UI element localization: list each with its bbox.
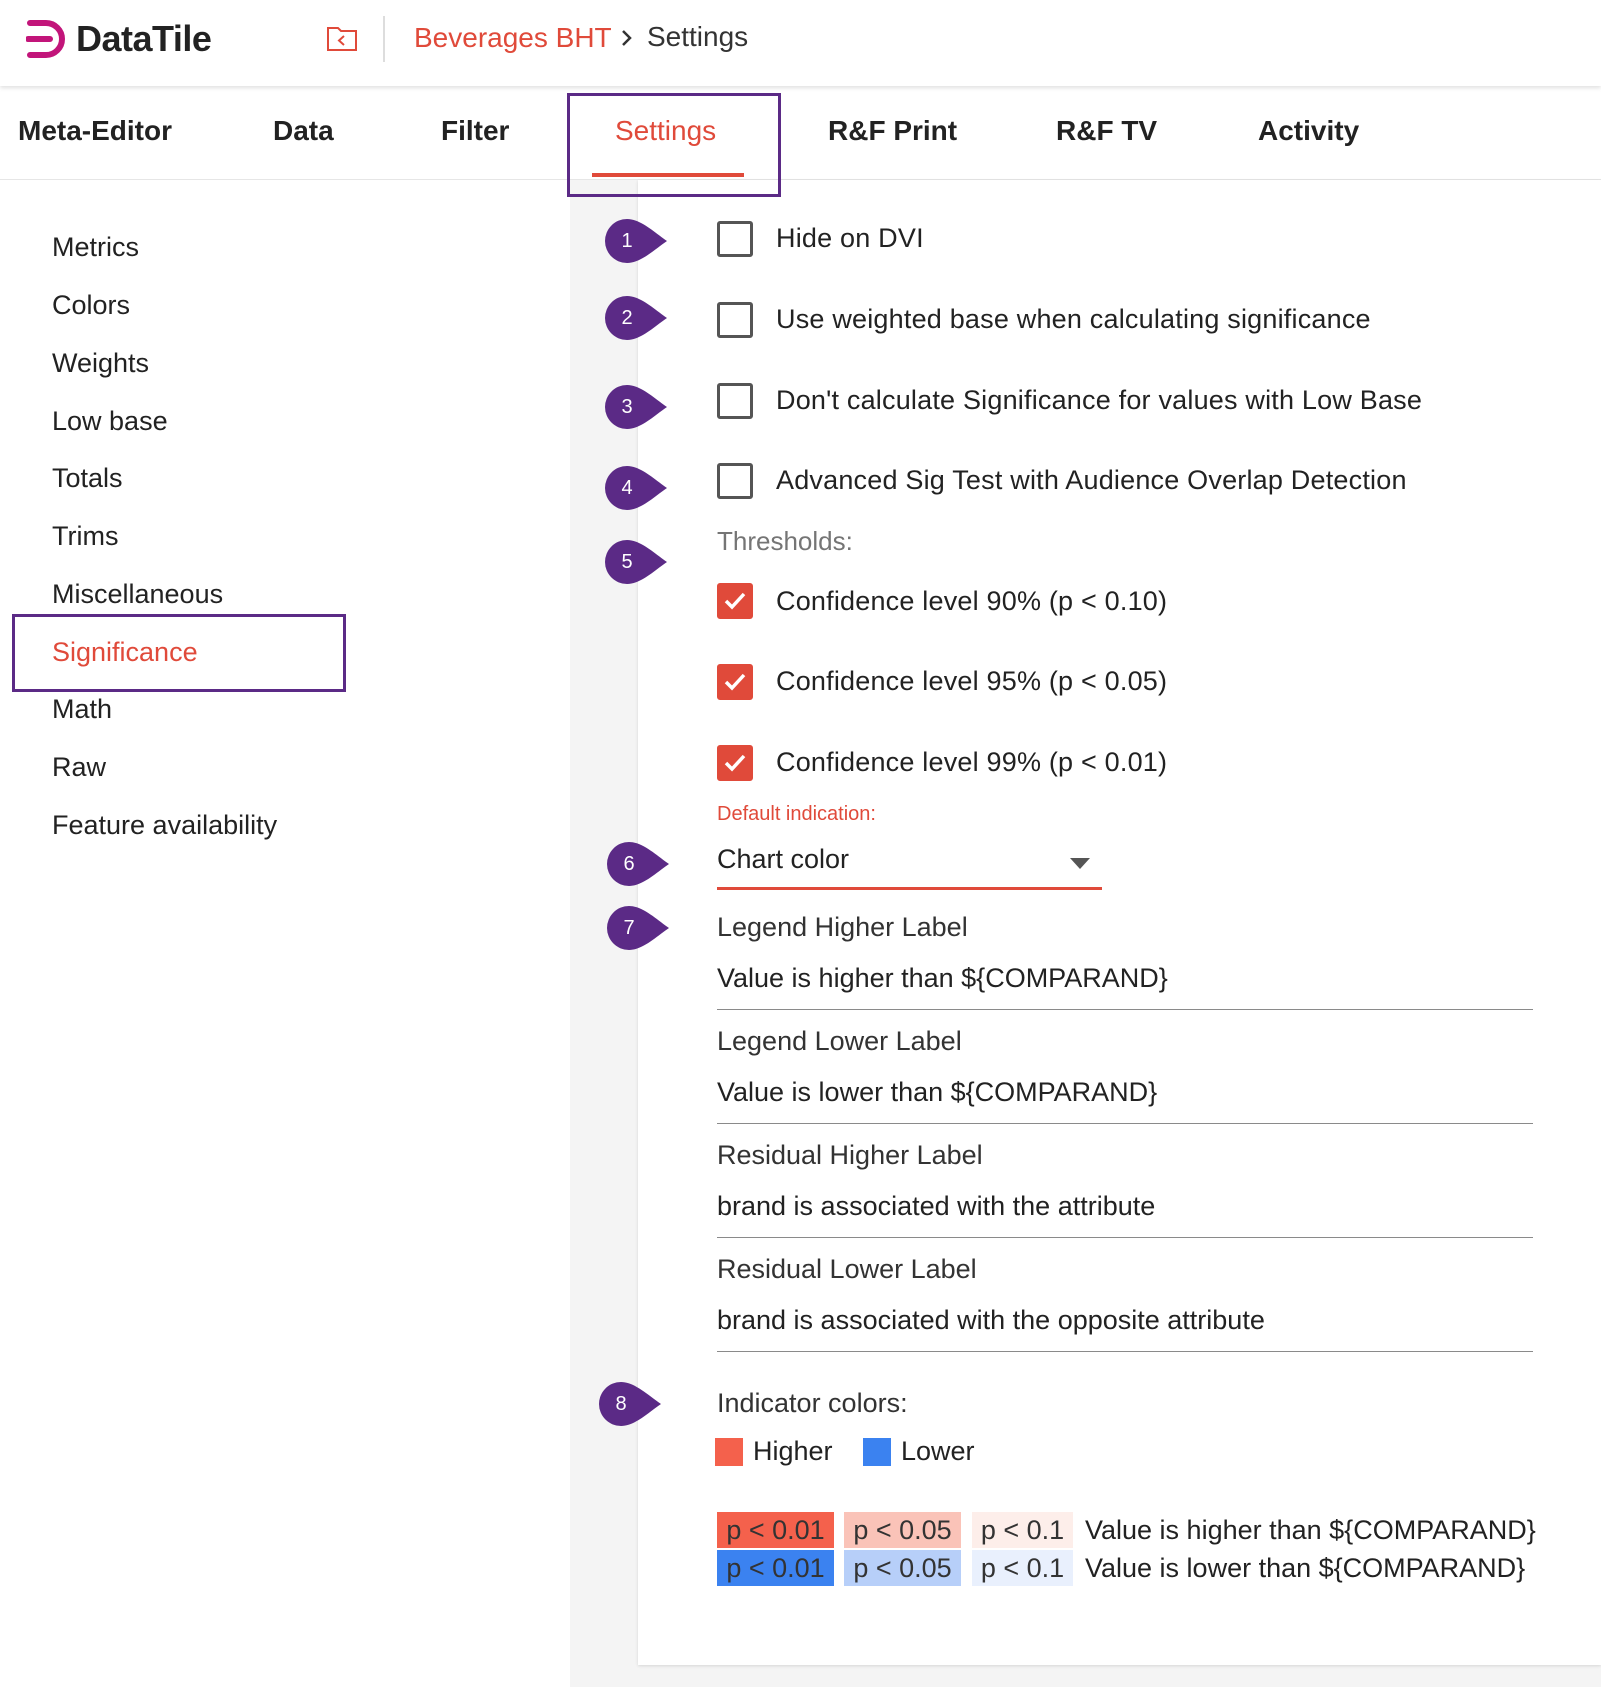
audience-overlap-label: Advanced Sig Test with Audience Overlap … <box>776 465 1407 495</box>
weighted-base-label: Use weighted base when calculating signi… <box>776 304 1371 334</box>
tab-rf-print[interactable]: R&F Print <box>828 115 957 147</box>
app-logo[interactable]: DataTile <box>26 18 212 60</box>
lower-p005-cell: p < 0.05 <box>844 1550 961 1586</box>
datatile-logo-icon <box>26 20 65 58</box>
higher-p005-cell: p < 0.05 <box>844 1512 961 1548</box>
annotation-marker-2: 2 <box>605 296 673 340</box>
sidebar-item-raw[interactable]: Raw <box>52 752 106 783</box>
sidebar-item-feature-availability[interactable]: Feature availability <box>52 810 277 841</box>
annotation-marker-4: 4 <box>605 466 673 510</box>
tab-meta-editor[interactable]: Meta-Editor <box>18 115 172 147</box>
chevron-right-icon <box>622 30 632 46</box>
sidebar-item-low-base[interactable]: Low base <box>52 406 168 437</box>
annotation-marker-1: 1 <box>605 219 673 263</box>
sidebar-item-significance[interactable]: Significance <box>52 637 198 668</box>
weighted-base-checkbox[interactable] <box>717 302 753 338</box>
residual-higher-label: Residual Higher Label <box>717 1140 983 1170</box>
higher-color-swatch[interactable] <box>715 1438 743 1466</box>
higher-color-label: Higher <box>753 1436 833 1466</box>
low-base-significance-checkbox[interactable] <box>717 383 753 419</box>
sidebar-item-metrics[interactable]: Metrics <box>52 232 139 263</box>
legend-higher-label: Legend Higher Label <box>717 912 968 942</box>
legend-lower-input[interactable] <box>717 1072 1533 1112</box>
lower-preview-text: Value is lower than ${COMPARAND} <box>1085 1553 1526 1583</box>
low-base-significance-label: Don't calculate Significance for values … <box>776 385 1423 415</box>
legend-lower-field: Legend Lower Label <box>717 1026 1533 1124</box>
confidence-95-label: Confidence level 95% (p < 0.05) <box>776 666 1168 696</box>
residual-lower-label: Residual Lower Label <box>717 1254 977 1284</box>
main-tabs: Meta-Editor Data Filter Settings R&F Pri… <box>0 86 1601 180</box>
lower-p001-cell: p < 0.01 <box>717 1550 834 1586</box>
sidebar-item-colors[interactable]: Colors <box>52 290 130 321</box>
settings-sidebar: Metrics Colors Weights Low base Totals T… <box>0 180 570 1687</box>
annotation-marker-5: 5 <box>605 540 673 584</box>
sidebar-item-totals[interactable]: Totals <box>52 463 123 494</box>
hide-on-dvi-label: Hide on DVI <box>776 223 924 253</box>
confidence-99-label: Confidence level 99% (p < 0.01) <box>776 747 1168 777</box>
legend-higher-field: Legend Higher Label <box>717 912 1533 1010</box>
higher-p01-cell: p < 0.1 <box>972 1512 1073 1548</box>
thresholds-label: Thresholds: <box>717 526 853 556</box>
app-name: DataTile <box>76 18 212 59</box>
confidence-90-label: Confidence level 90% (p < 0.10) <box>776 586 1168 616</box>
legend-higher-input[interactable] <box>717 958 1533 998</box>
default-indication-select[interactable]: Chart color <box>717 838 1102 890</box>
check-icon <box>724 673 746 691</box>
residual-lower-input[interactable] <box>717 1300 1533 1340</box>
residual-higher-input[interactable] <box>717 1186 1533 1226</box>
dropdown-arrow-icon <box>1070 858 1090 869</box>
residual-higher-field: Residual Higher Label <box>717 1140 1533 1238</box>
annotation-marker-6: 6 <box>607 842 675 886</box>
higher-p001-cell: p < 0.01 <box>717 1512 834 1548</box>
tab-data[interactable]: Data <box>273 115 334 147</box>
audience-overlap-checkbox[interactable] <box>717 463 753 499</box>
tab-settings[interactable]: Settings <box>615 115 716 147</box>
annotation-marker-7: 7 <box>607 906 675 950</box>
sidebar-item-trims[interactable]: Trims <box>52 521 118 552</box>
confidence-99-checkbox[interactable] <box>717 745 753 781</box>
breadcrumb-current: Settings <box>647 21 749 52</box>
check-icon <box>724 754 746 772</box>
folder-back-icon[interactable] <box>326 24 358 52</box>
confidence-90-checkbox[interactable] <box>717 583 753 619</box>
breadcrumb-project-link[interactable]: Beverages BHT <box>414 22 612 54</box>
default-indication-label: Default indication: <box>717 803 876 825</box>
active-tab-indicator <box>592 173 744 177</box>
sidebar-item-weights[interactable]: Weights <box>52 348 149 379</box>
higher-preview-text: Value is higher than ${COMPARAND} <box>1085 1515 1536 1545</box>
tab-rf-tv[interactable]: R&F TV <box>1056 115 1157 147</box>
lower-p01-cell: p < 0.1 <box>972 1550 1073 1586</box>
lower-color-swatch[interactable] <box>863 1438 891 1466</box>
indicator-colors-label: Indicator colors: <box>717 1388 908 1418</box>
check-icon <box>724 592 746 610</box>
default-indication-value: Chart color <box>717 844 850 874</box>
residual-lower-field: Residual Lower Label <box>717 1254 1533 1352</box>
sidebar-item-miscellaneous[interactable]: Miscellaneous <box>52 579 223 610</box>
tab-activity[interactable]: Activity <box>1258 115 1359 147</box>
header-divider <box>383 16 385 62</box>
annotation-marker-8: 8 <box>599 1382 667 1426</box>
annotation-marker-3: 3 <box>605 385 673 429</box>
lower-color-label: Lower <box>901 1436 975 1466</box>
legend-lower-label: Legend Lower Label <box>717 1026 962 1056</box>
tab-filter[interactable]: Filter <box>441 115 509 147</box>
hide-on-dvi-checkbox[interactable] <box>717 221 753 257</box>
confidence-95-checkbox[interactable] <box>717 664 753 700</box>
sidebar-item-math[interactable]: Math <box>52 694 112 725</box>
app-header: DataTile Beverages BHT Settings <box>0 0 1601 86</box>
